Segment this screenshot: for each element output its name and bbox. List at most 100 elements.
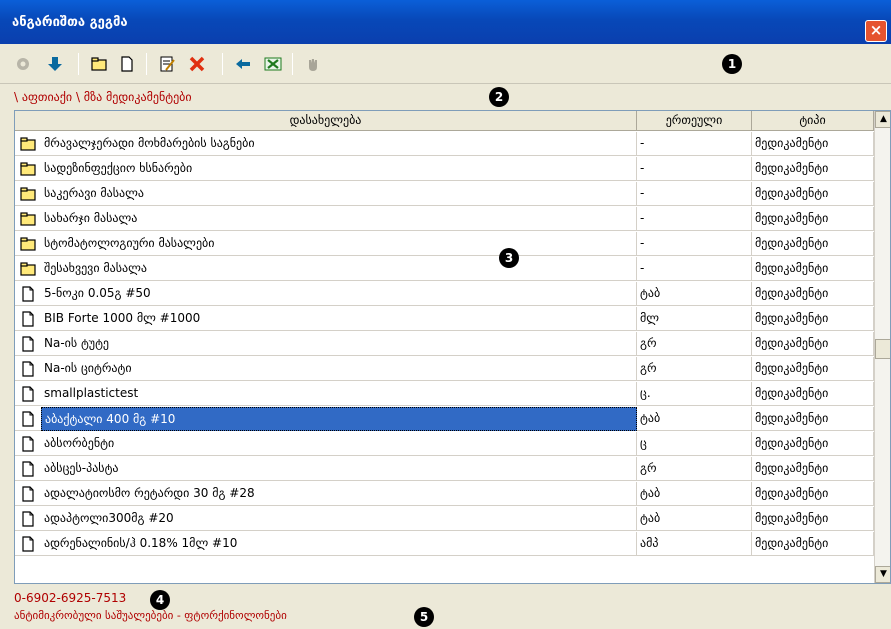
excel-icon[interactable]	[262, 53, 284, 75]
edit-document-icon[interactable]	[156, 53, 178, 75]
row-type-cell[interactable]: მედიკამენტი	[752, 307, 874, 331]
document-icon	[19, 310, 37, 328]
row-name-cell[interactable]: აბსცეს-პასტა	[41, 457, 637, 481]
table-row[interactable]: საკერავი მასალა - მედიკამენტი	[15, 182, 874, 206]
row-name-cell[interactable]: მრავალჯერადი მოხმარების საგნები	[41, 132, 637, 156]
row-unit-cell[interactable]: გრ	[637, 457, 752, 481]
table-row[interactable]: ადაპტოლი300მგ #20 ტაბ მედიკამენტი	[15, 507, 874, 531]
row-type-cell[interactable]: მედიკამენტი	[752, 507, 874, 531]
column-header-name[interactable]: დასახელება	[15, 111, 637, 131]
vertical-scrollbar[interactable]: ▲ ▼	[874, 111, 890, 583]
row-name-cell[interactable]: ადალატიოსმო რეტარდი 30 მგ #28	[41, 482, 637, 506]
table-row[interactable]: შესახვევი მასალა - მედიკამენტი	[15, 257, 874, 281]
hand-icon[interactable]	[302, 53, 324, 75]
row-unit-cell[interactable]: გრ	[637, 357, 752, 381]
document-icon	[19, 460, 37, 478]
breadcrumb[interactable]: \ აფთიაქი \ მზა მედიკამენტები	[14, 90, 192, 104]
arrow-left-icon[interactable]	[232, 53, 254, 75]
row-name-cell[interactable]: smallplastictest	[41, 382, 637, 406]
row-unit-cell[interactable]: -	[637, 232, 752, 256]
folder-icon[interactable]	[88, 53, 110, 75]
document-icon	[19, 335, 37, 353]
table-row[interactable]: ადალატიოსმო რეტარდი 30 მგ #28 ტაბ მედიკამე…	[15, 482, 874, 506]
table-row[interactable]: აბაქტალი 400 მგ #10 ტაბ მედიკამენტი	[15, 407, 874, 431]
row-type-cell[interactable]: მედიკამენტი	[752, 232, 874, 256]
table-row[interactable]: Na-ის ციტრატი გრ მედიკამენტი	[15, 357, 874, 381]
row-type-cell[interactable]: მედიკამენტი	[752, 382, 874, 406]
row-unit-cell[interactable]: ტაბ	[637, 482, 752, 506]
row-unit-cell[interactable]: მლ	[637, 307, 752, 331]
table-row[interactable]: სახარჯი მასალა - მედიკამენტი	[15, 207, 874, 231]
row-type-cell[interactable]: მედიკამენტი	[752, 132, 874, 156]
row-unit-cell[interactable]: -	[637, 207, 752, 231]
row-name-cell[interactable]: Na-ის ციტრატი	[41, 357, 637, 381]
main-window: ანგარიშთა გეგმა × 1 \ აფთიაქი \ მზა მედი…	[0, 0, 891, 629]
table-row[interactable]: Na-ის ტუტე გრ მედიკამენტი	[15, 332, 874, 356]
row-type-cell[interactable]: მედიკამენტი	[752, 457, 874, 481]
row-unit-cell[interactable]: ც.	[637, 382, 752, 406]
delete-icon[interactable]	[186, 53, 208, 75]
toolbar-separator	[292, 53, 293, 75]
row-unit-cell[interactable]: ამპ	[637, 532, 752, 556]
account-description: ანტიმიკრობული საშუალებები - ფტორქინოლონე…	[14, 609, 287, 622]
row-unit-cell[interactable]: -	[637, 257, 752, 281]
scroll-down-button[interactable]: ▼	[875, 566, 890, 583]
row-type-cell[interactable]: მედიკამენტი	[752, 532, 874, 556]
row-name-cell[interactable]: საკერავი მასალა	[41, 182, 637, 206]
title-bar[interactable]: ანგარიშთა გეგმა ×	[0, 0, 891, 44]
row-type-cell[interactable]: მედიკამენტი	[752, 332, 874, 356]
row-name-cell[interactable]: აბსორბენტი	[41, 432, 637, 456]
row-name-cell[interactable]: Na-ის ტუტე	[41, 332, 637, 356]
row-type-cell[interactable]: მედიკამენტი	[752, 282, 874, 306]
row-name-cell[interactable]: სახარჯი მასალა	[41, 207, 637, 231]
row-type-cell[interactable]: მედიკამენტი	[752, 432, 874, 456]
row-type-cell[interactable]: მედიკამენტი	[752, 482, 874, 506]
column-header-type[interactable]: ტიპი	[752, 111, 874, 131]
row-name-cell[interactable]: ადაპტოლი300მგ #20	[41, 507, 637, 531]
row-unit-cell[interactable]: ტაბ	[637, 507, 752, 531]
row-type-cell[interactable]: მედიკამენტი	[752, 157, 874, 181]
table-row[interactable]: აბსორბენტი ც მედიკამენტი	[15, 432, 874, 456]
row-name-cell[interactable]: BIB Forte 1000 მლ #1000	[41, 307, 637, 331]
table-row[interactable]: აბსცეს-პასტა გრ მედიკამენტი	[15, 457, 874, 481]
row-name-cell[interactable]: 5-ნოკი 0.05გ #50	[41, 282, 637, 306]
document-icon	[19, 410, 37, 428]
row-type-cell[interactable]: მედიკამენტი	[752, 357, 874, 381]
row-name-cell[interactable]: სტომატოლოგიური მასალები	[41, 232, 637, 256]
row-type-cell[interactable]: მედიკამენტი	[752, 257, 874, 281]
account-code: 0-6902-6925-7513	[14, 591, 127, 605]
table-row[interactable]: ადრენალინის/ჰ 0.18% 1მლ #10 ამპ მედიკამენტ…	[15, 532, 874, 556]
row-type-cell[interactable]: მედიკამენტი	[752, 182, 874, 206]
settings-icon[interactable]	[12, 53, 34, 75]
table-row[interactable]: 5-ნოკი 0.05გ #50 ტაბ მედიკამენტი	[15, 282, 874, 306]
row-name-cell[interactable]: სადეზინფექციო ხსნარები	[41, 157, 637, 181]
row-name-cell[interactable]: შესახვევი მასალა	[41, 257, 637, 281]
table-row[interactable]: მრავალჯერადი მოხმარების საგნები - მედიკამე…	[15, 132, 874, 156]
row-unit-cell[interactable]: ტაბ	[637, 407, 752, 431]
new-document-icon[interactable]	[116, 53, 138, 75]
row-unit-cell[interactable]: ტაბ	[637, 282, 752, 306]
scroll-up-button[interactable]: ▲	[875, 111, 890, 128]
row-unit-cell[interactable]: ც	[637, 432, 752, 456]
row-type-cell[interactable]: მედიკამენტი	[752, 207, 874, 231]
document-icon	[19, 360, 37, 378]
row-unit-cell[interactable]: -	[637, 157, 752, 181]
folder-icon	[19, 135, 37, 153]
close-button[interactable]: ×	[865, 20, 887, 42]
column-header-unit[interactable]: ერთეული	[637, 111, 752, 131]
row-unit-cell[interactable]: -	[637, 182, 752, 206]
scroll-thumb[interactable]	[875, 339, 890, 359]
table-row[interactable]: სტომატოლოგიური მასალები - მედიკამენტი	[15, 232, 874, 256]
table-row[interactable]: BIB Forte 1000 მლ #1000 მლ მედიკამენტი	[15, 307, 874, 331]
table-row[interactable]: სადეზინფექციო ხსნარები - მედიკამენტი	[15, 157, 874, 181]
row-name-cell[interactable]: ადრენალინის/ჰ 0.18% 1მლ #10	[41, 532, 637, 556]
folder-icon	[19, 260, 37, 278]
arrow-down-icon[interactable]	[44, 53, 66, 75]
row-unit-cell[interactable]: -	[637, 132, 752, 156]
items-table[interactable]: დასახელება ერთეული ტიპი მრავალჯერადი მოხ…	[14, 110, 891, 584]
table-row[interactable]: smallplastictest ც. მედიკამენტი	[15, 382, 874, 406]
row-type-cell[interactable]: მედიკამენტი	[752, 407, 874, 431]
row-unit-cell[interactable]: გრ	[637, 332, 752, 356]
row-name-cell[interactable]: აბაქტალი 400 მგ #10	[41, 407, 637, 431]
marker-2: 2	[489, 87, 509, 107]
